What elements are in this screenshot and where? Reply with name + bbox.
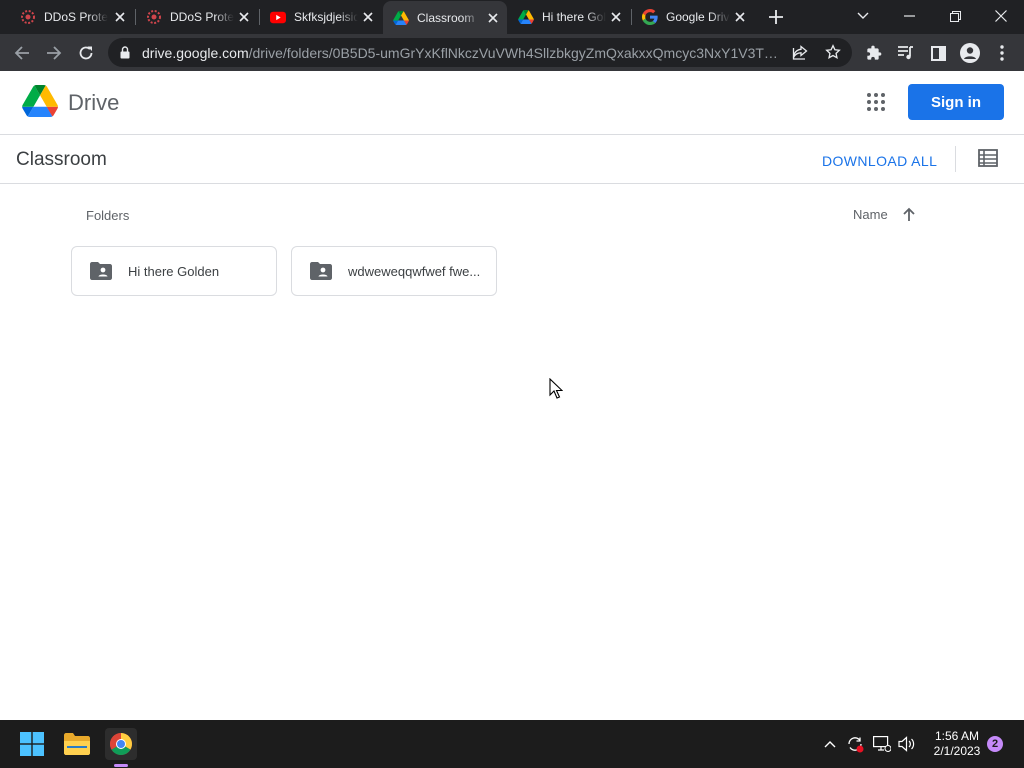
notification-count-badge[interactable]: 2 <box>987 736 1003 752</box>
drive-icon <box>393 10 409 26</box>
browser-tab-strip: DDoS Protection DDoS Protection Skfksjdj… <box>0 0 1024 34</box>
profile-avatar-icon[interactable] <box>958 41 982 65</box>
extensions-puzzle-icon[interactable] <box>862 41 886 65</box>
browser-tab-title: DDoS Protection <box>44 10 108 24</box>
active-app-indicator <box>114 764 128 767</box>
close-tab-icon[interactable] <box>236 9 252 25</box>
drive-logo-icon[interactable] <box>22 85 58 122</box>
windows-start-icon[interactable] <box>16 728 48 760</box>
show-hidden-icons-chevron-icon[interactable] <box>820 734 840 754</box>
windows-taskbar: 1:56 AM 2/1/2023 <box>0 720 1024 768</box>
back-button[interactable] <box>10 41 34 65</box>
google-icon <box>642 9 658 25</box>
section-heading-folders: Folders <box>86 208 130 223</box>
browser-tab-title: Classroom <box>417 10 475 25</box>
browser-tab-1[interactable]: DDoS Protection <box>10 0 134 34</box>
system-clock[interactable]: 1:56 AM 2/1/2023 <box>926 729 988 759</box>
address-bar[interactable]: drive.google.com/drive/folders/0B5D5-umG… <box>108 38 852 67</box>
clock-time: 1:56 AM <box>934 729 980 743</box>
browser-tab-title: Google Drive <box>666 10 730 24</box>
lock-icon[interactable] <box>120 46 130 64</box>
sort-by-name-button[interactable]: Name <box>853 207 888 222</box>
close-tab-icon[interactable] <box>360 9 376 25</box>
url-path: /drive/folders/0B5D5-umGrYxKflNkczVuVWh4… <box>248 45 782 61</box>
reload-button[interactable] <box>74 41 98 65</box>
shared-folder-icon <box>310 262 332 280</box>
chrome-menu-icon[interactable] <box>990 41 1014 65</box>
share-icon[interactable] <box>792 45 808 65</box>
mouse-cursor-icon <box>549 377 564 400</box>
chrome-taskbar-icon[interactable] <box>105 728 137 760</box>
browser-tab-2[interactable]: DDoS Protection <box>136 0 258 34</box>
download-all-button[interactable]: DOWNLOAD ALL <box>822 153 937 169</box>
minimize-icon[interactable] <box>895 4 923 28</box>
close-tab-icon[interactable] <box>732 9 748 25</box>
browser-tab-title: DDoS Protection <box>170 10 234 24</box>
browser-tab-5[interactable]: Hi there Golden <box>508 0 630 34</box>
restore-icon[interactable] <box>941 4 969 28</box>
volume-icon[interactable] <box>897 734 917 754</box>
folder-card[interactable]: Hi there Golden <box>71 246 277 296</box>
side-panel-icon[interactable] <box>926 41 950 65</box>
file-explorer-icon[interactable] <box>61 728 93 760</box>
new-tab-button[interactable] <box>766 7 786 27</box>
forward-button[interactable] <box>42 41 66 65</box>
browser-tab-title: Skfksjdjeisidk <box>294 10 358 24</box>
page-title: Classroom <box>16 149 107 170</box>
url-host: drive.google.com <box>142 45 249 61</box>
media-queue-icon[interactable] <box>894 41 918 65</box>
sync-status-icon[interactable] <box>845 734 865 754</box>
drive-header: Drive Sign in <box>0 71 1024 135</box>
browser-tab-title: Hi there Golden <box>542 10 606 24</box>
toolbar-divider <box>955 146 956 172</box>
shared-folder-icon <box>90 262 112 280</box>
product-name[interactable]: Drive <box>68 90 119 116</box>
sort-ascending-arrow-icon[interactable] <box>900 206 918 224</box>
browser-tab-4-active[interactable]: Classroom <box>383 1 507 34</box>
url-text: drive.google.com/drive/folders/0B5D5-umG… <box>142 45 782 61</box>
list-view-icon[interactable] <box>978 149 998 169</box>
folder-card[interactable]: wdweweqqwfwef fwe... <box>291 246 497 296</box>
close-tab-icon[interactable] <box>112 9 128 25</box>
drive-icon <box>518 9 534 25</box>
close-window-icon[interactable] <box>987 4 1015 28</box>
browser-toolbar: drive.google.com/drive/folders/0B5D5-umG… <box>0 34 1024 71</box>
close-tab-icon[interactable] <box>485 10 501 26</box>
bookmark-star-icon[interactable] <box>825 44 841 65</box>
sign-in-button[interactable]: Sign in <box>908 84 1004 120</box>
folder-name: wdweweqqwfwef fwe... <box>348 264 481 279</box>
folder-title-bar: Classroom DOWNLOAD ALL <box>0 135 1024 184</box>
google-apps-grid-icon[interactable] <box>864 90 888 114</box>
youtube-icon <box>270 9 286 25</box>
network-icon[interactable] <box>872 734 892 754</box>
clock-date: 2/1/2023 <box>933 744 981 758</box>
ddos-icon <box>146 9 162 25</box>
screen: DDoS Protection DDoS Protection Skfksjdj… <box>0 0 1024 768</box>
close-tab-icon[interactable] <box>608 9 624 25</box>
browser-tab-3[interactable]: Skfksjdjeisidk <box>260 0 382 34</box>
folder-name: Hi there Golden <box>128 264 220 279</box>
browser-tab-6[interactable]: Google Drive <box>632 0 754 34</box>
tab-search-chevron-icon[interactable] <box>849 4 877 28</box>
ddos-icon <box>20 9 36 25</box>
